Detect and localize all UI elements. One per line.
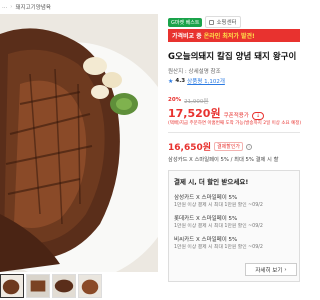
card-discount-label: 결제할인가: [214, 142, 244, 151]
store-link[interactable]: 쇼핑센터: [205, 16, 241, 28]
benefit-title: 결제 시, 더 할인 받으세요!: [174, 178, 249, 186]
breadcrumb: ... › 돼지고기양념육: [0, 0, 160, 14]
thumbnail-4[interactable]: [78, 274, 102, 298]
current-price: 17,520원: [168, 107, 221, 120]
benefit-desc: 1만원 이상 결제 시 최대 1만원 할인 ~09/2: [174, 203, 263, 208]
original-price: 21,900원: [184, 99, 209, 105]
rating-row: ★ 4.3 상품평 1,102개: [168, 77, 225, 86]
breadcrumb-separator: ›: [10, 4, 13, 10]
breadcrumb-prev[interactable]: ...: [2, 4, 7, 10]
delivery-note: (택배)지금 주문하면 아홉번째 도착 가능(발송까지 2일 이상 소요 예정): [168, 121, 302, 126]
payment-benefit-box: 결제 시, 더 할인 받으세요! 삼성카드 X 스마일페이 5% 1만원 이상 …: [168, 170, 300, 282]
benefit-item: 롯데카드 X 스마일페이 5% 1만원 이상 결제 시 최대 1만원 할인 ~0…: [174, 214, 294, 229]
coupon-price-label: 쿠폰적용가: [223, 113, 249, 119]
origin-info: 원산지 : 상세설명 참조: [168, 69, 221, 75]
product-main-image[interactable]: [0, 14, 158, 272]
benefit-name: 삼성카드 X 스마일페이 5%: [174, 195, 238, 201]
card-discount-price: 16,650원: [168, 143, 212, 153]
divider: [168, 132, 300, 133]
benefit-item: 비씨카드 X 스마일페이 5% 1만원 이상 결제 시 최대 1만원 할인 ~0…: [174, 235, 294, 250]
store-name: 쇼핑센터: [216, 20, 237, 26]
info-icon[interactable]: i: [246, 143, 253, 150]
original-price-row: 20% 21,900원: [168, 97, 208, 105]
thumbnail-photo: [1, 275, 23, 297]
thumbnail-photo: [79, 275, 101, 297]
discount-rate: 20%: [168, 97, 182, 103]
benefit-desc: 1만원 이상 결제 시 최대 1만원 할인 ~09/2: [174, 224, 263, 229]
best-badge: G마켓 베스트: [168, 17, 203, 27]
view-details-label: 자세히 보기: [255, 267, 283, 274]
benefit-name: 비씨카드 X 스마일페이 5%: [174, 237, 238, 243]
benefit-item: 삼성카드 X 스마일페이 5% 1만원 이상 결제 시 최대 1만원 할인 ~0…: [174, 193, 294, 208]
product-info-panel: G마켓 베스트 쇼핑센터 가격비교 중 온라인 최저가 발견! G오늘의돼지 칼…: [168, 0, 302, 300]
current-price-row: 17,520원 쿠폰적용가 ↓: [168, 105, 265, 121]
view-details-button[interactable]: 자세히 보기 ›: [245, 263, 297, 276]
review-count-link[interactable]: 상품평 1,102개: [187, 77, 225, 85]
product-title: G오늘의돼지 칼집 양념 돼지 왕구이: [168, 52, 297, 62]
star-icon: ★: [168, 77, 174, 85]
thumbnail-2[interactable]: [26, 274, 50, 298]
coupon-download-button[interactable]: ↓: [251, 112, 265, 120]
grilled-pork-photo: [0, 14, 158, 272]
breadcrumb-current[interactable]: 돼지고기양념육: [15, 3, 50, 11]
thumbnail-1[interactable]: [0, 274, 24, 298]
price-compare-banner: 가격비교 중 온라인 최저가 발견!: [168, 29, 300, 42]
thumbnail-3[interactable]: [52, 274, 76, 298]
promo-accent: 온라인 최저가 발견!: [203, 33, 255, 40]
store-icon: [209, 19, 215, 25]
promo-text: 가격비교 중: [172, 33, 202, 40]
benefit-name: 롯데카드 X 스마일페이 5%: [174, 216, 238, 222]
card-discount-price-row: 16,650원 결제할인가 i: [168, 140, 253, 153]
thumbnail-photo: [27, 275, 49, 297]
card-offer-line: 삼성카드 X 스마일페이 5% / 최대 5% 결제 시 할: [168, 157, 279, 163]
rating-score: 4.3: [175, 78, 186, 84]
badge-row: G마켓 베스트 쇼핑센터: [168, 16, 241, 28]
thumbnail-strip: [0, 274, 102, 298]
chevron-right-icon: ›: [284, 266, 287, 273]
thumbnail-photo: [53, 275, 75, 297]
benefit-desc: 1만원 이상 결제 시 최대 1만원 할인 ~09/2: [174, 245, 263, 250]
